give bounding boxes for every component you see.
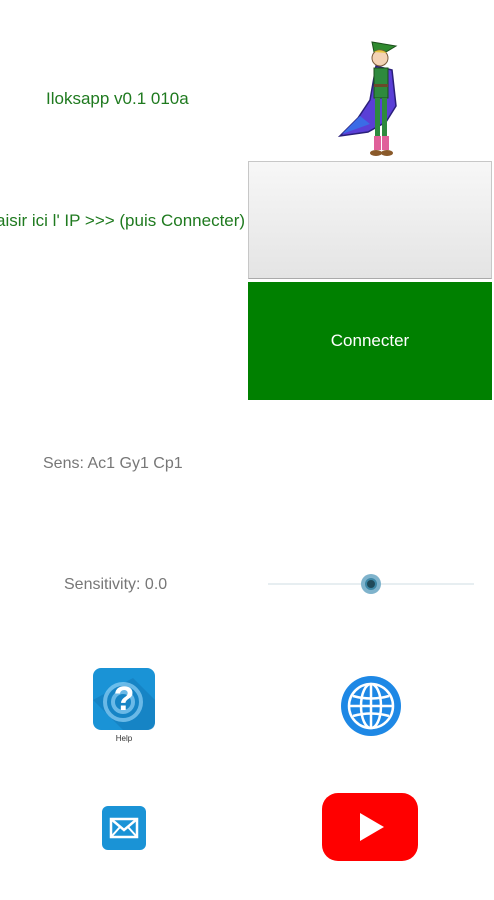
youtube-icon[interactable] [322, 793, 418, 861]
svg-text:?: ? [114, 680, 135, 718]
wizard-character-icon [337, 41, 398, 156]
help-label: Help [115, 734, 133, 743]
mail-icon[interactable] [102, 806, 146, 850]
ip-prompt-label: aisir ici l' IP >>> (puis Connecter) [0, 211, 246, 230]
sensitivity-slider-thumb[interactable] [361, 574, 381, 594]
help-icon[interactable]: ? [93, 668, 155, 730]
sensors-status-label: Sens: Ac1 Gy1 Cp1 [43, 455, 183, 472]
sensitivity-label: Sensitivity: 0.0 [64, 576, 168, 593]
ip-address-input[interactable] [248, 161, 492, 279]
globe-icon[interactable] [339, 674, 403, 738]
connect-button[interactable]: Connecter [248, 282, 492, 400]
app-title: Iloksapp v0.1 010a [46, 89, 189, 108]
